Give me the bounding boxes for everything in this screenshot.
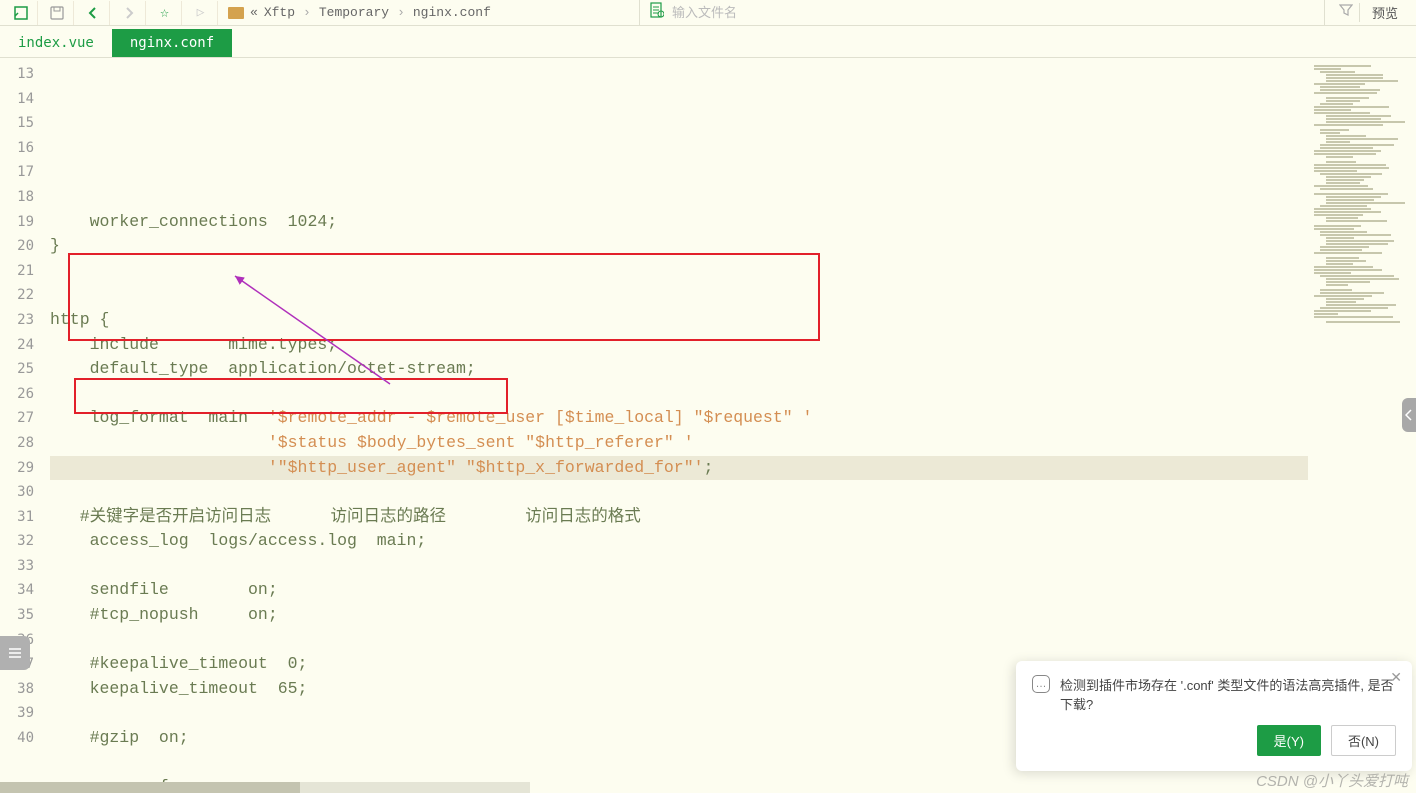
line-number: 16: [0, 136, 34, 161]
breadcrumb-item[interactable]: Temporary: [319, 5, 389, 20]
line-number: 13: [0, 62, 34, 87]
breadcrumb-root: «: [250, 5, 258, 20]
code-line[interactable]: '"$http_user_agent" "$http_x_forwarded_f…: [50, 456, 1308, 481]
line-number-gutter: 1314151617181920212223242526272829303132…: [0, 58, 40, 793]
no-button[interactable]: 否(N): [1331, 725, 1396, 756]
code-line[interactable]: http {: [50, 308, 1308, 333]
line-number: 34: [0, 578, 34, 603]
star-icon[interactable]: ☆: [148, 1, 182, 25]
line-number: 23: [0, 308, 34, 333]
line-number: 14: [0, 87, 34, 112]
code-line[interactable]: #关键字是否开启访问日志 访问日志的路径 访问日志的格式: [50, 505, 1308, 530]
filter-icon[interactable]: [1333, 3, 1360, 22]
line-number: 39: [0, 701, 34, 726]
line-number: 29: [0, 456, 34, 481]
line-number: 25: [0, 357, 34, 382]
line-number: 32: [0, 529, 34, 554]
folder-icon: [228, 7, 244, 19]
code-line[interactable]: [50, 259, 1308, 284]
code-line[interactable]: #tcp_nopush on;: [50, 603, 1308, 628]
code-line[interactable]: }: [50, 234, 1308, 259]
editor-workspace: 1314151617181920212223242526272829303132…: [0, 58, 1416, 793]
code-line[interactable]: log_format main '$remote_addr - $remote_…: [50, 406, 1308, 431]
popup-message: 检测到插件市场存在 '.conf' 类型文件的语法高亮插件, 是否下载?: [1060, 675, 1396, 713]
preview-button[interactable]: 预览: [1366, 3, 1404, 22]
breadcrumb-item[interactable]: nginx.conf: [413, 5, 491, 20]
line-number: 18: [0, 185, 34, 210]
line-number: 22: [0, 283, 34, 308]
run-icon[interactable]: ▷: [184, 1, 218, 25]
code-line[interactable]: include mime.types;: [50, 333, 1308, 358]
chevron-right-icon: ›: [397, 5, 405, 20]
line-number: 26: [0, 382, 34, 407]
tab-nginx-conf[interactable]: nginx.conf: [112, 29, 232, 57]
breadcrumb-item[interactable]: Xftp: [264, 5, 295, 20]
code-line[interactable]: [50, 382, 1308, 407]
left-panel-handle[interactable]: [0, 636, 30, 670]
save-icon[interactable]: [40, 1, 74, 25]
line-number: 27: [0, 406, 34, 431]
line-number: 17: [0, 160, 34, 185]
code-line[interactable]: [50, 283, 1308, 308]
code-line[interactable]: worker_connections 1024;: [50, 210, 1308, 235]
window-icon[interactable]: [4, 1, 38, 25]
line-number: 30: [0, 480, 34, 505]
plugin-popup: ✕ … 检测到插件市场存在 '.conf' 类型文件的语法高亮插件, 是否下载?…: [1016, 661, 1412, 771]
line-number: 33: [0, 554, 34, 579]
code-line[interactable]: [50, 628, 1308, 653]
line-number: 31: [0, 505, 34, 530]
breadcrumb[interactable]: « Xftp › Temporary › nginx.conf: [220, 5, 499, 20]
line-number: 28: [0, 431, 34, 456]
tab-index-vue[interactable]: index.vue: [0, 29, 112, 57]
code-line[interactable]: [50, 554, 1308, 579]
tab-bar: index.vue nginx.conf: [0, 26, 1416, 58]
new-file-icon[interactable]: [650, 2, 664, 23]
line-number: 20: [0, 234, 34, 259]
line-number: 21: [0, 259, 34, 284]
line-number: 40: [0, 726, 34, 751]
line-number: 35: [0, 603, 34, 628]
chat-icon: …: [1032, 675, 1050, 693]
code-line[interactable]: '$status $body_bytes_sent "$http_referer…: [50, 431, 1308, 456]
line-number: 15: [0, 111, 34, 136]
line-number: 38: [0, 677, 34, 702]
line-number: 19: [0, 210, 34, 235]
yes-button[interactable]: 是(Y): [1257, 725, 1321, 756]
search-input[interactable]: [670, 4, 1314, 21]
back-icon[interactable]: [76, 1, 110, 25]
forward-icon[interactable]: [112, 1, 146, 25]
code-line[interactable]: [50, 480, 1308, 505]
search-area: [642, 2, 1322, 23]
code-line[interactable]: access_log logs/access.log main;: [50, 529, 1308, 554]
chevron-right-icon: ›: [303, 5, 311, 20]
code-line[interactable]: sendfile on;: [50, 578, 1308, 603]
right-tools: 预览: [1324, 0, 1412, 25]
horizontal-scrollbar[interactable]: [0, 782, 530, 793]
top-toolbar: ☆ ▷ « Xftp › Temporary › nginx.conf 预览: [0, 0, 1416, 26]
code-line[interactable]: default_type application/octet-stream;: [50, 357, 1308, 382]
close-icon[interactable]: ✕: [1390, 669, 1402, 686]
right-panel-handle[interactable]: [1402, 398, 1416, 432]
line-number: 24: [0, 333, 34, 358]
